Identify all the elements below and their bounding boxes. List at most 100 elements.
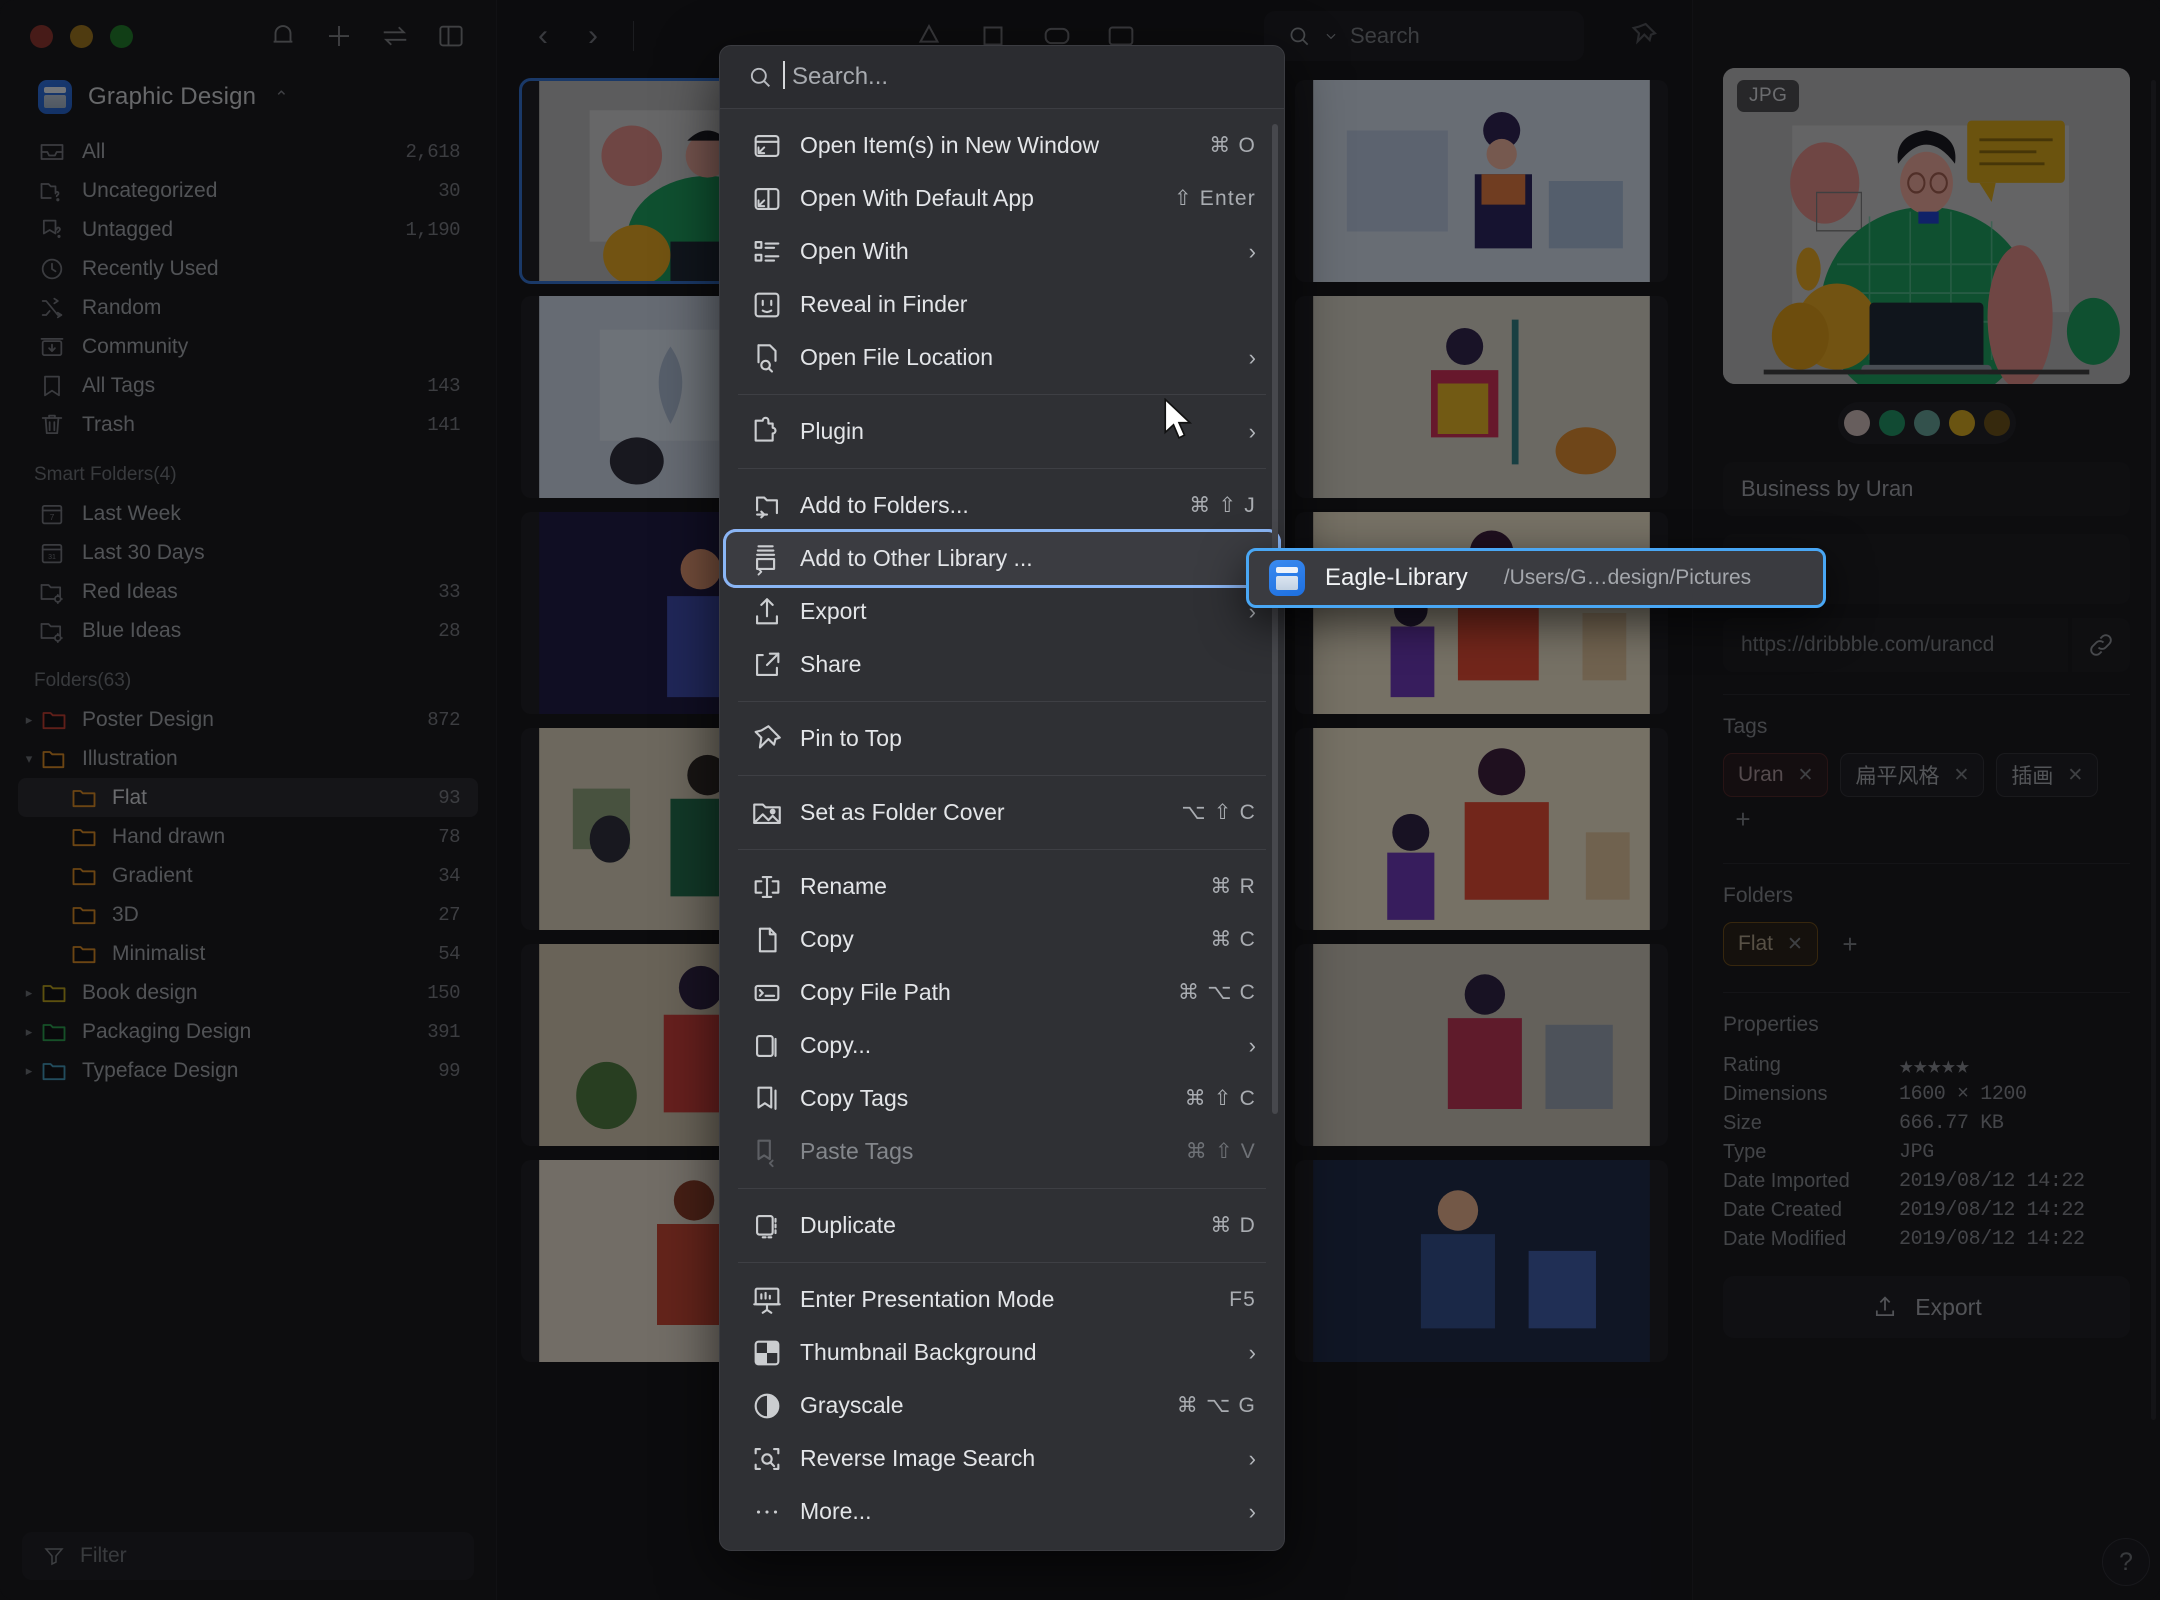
menu-item-add-to-folders[interactable]: Add to Folders... ⌘ ⇧ J [726,479,1278,532]
smart-folder-item-blue-ideas[interactable]: Blue Ideas 28 [18,611,478,650]
sync-icon[interactable] [380,21,410,51]
menu-item-enter-presentation-mode[interactable]: Enter Presentation Mode F5 [726,1273,1278,1326]
smart-folder-item-red-ideas[interactable]: Red Ideas 33 [18,572,478,611]
search-input[interactable]: Search [1264,11,1584,61]
export-icon [1876,1296,1895,1317]
plus-icon[interactable] [324,21,354,51]
filter-input[interactable]: Filter [22,1532,474,1580]
sidebar-item-uncategorized[interactable]: Uncategorized 30 [18,171,478,210]
folder-icon [40,745,68,773]
bell-icon[interactable] [268,21,298,51]
forward-button[interactable]: › [571,14,615,58]
thumbnail-item[interactable] [1295,512,1668,714]
color-swatch[interactable] [1948,410,1975,436]
menu-item-open-with[interactable]: Open With › [726,225,1278,278]
menu-item-grayscale[interactable]: Grayscale ⌘ ⌥ G [726,1379,1278,1432]
sidebar-item-recently-used[interactable]: Recently Used [18,249,478,288]
menu-item-more[interactable]: More... › [726,1485,1278,1538]
minimize-button[interactable] [70,24,93,48]
folder-item-typeface-design[interactable]: ▸ Typeface Design 99 [18,1051,478,1090]
menu-item-open-file-location[interactable]: Open File Location › [726,331,1278,384]
folder-disclosure-triangle[interactable]: ▸ [18,985,40,1001]
tag-chip[interactable]: 插画 ✕ [1996,753,2099,797]
thumbnail-item[interactable] [1295,944,1668,1146]
color-palette[interactable] [1837,402,2016,444]
menu-item-share[interactable]: Share [726,638,1278,691]
menu-item-reverse-image-search[interactable]: Reverse Image Search › [726,1432,1278,1485]
menu-item-set-as-folder-cover[interactable]: Set as Folder Cover ⌥ ⇧ C [726,786,1278,839]
add-folder-button[interactable]: + [1830,922,1870,966]
sidebar-item-community[interactable]: Community [18,327,478,366]
folder-item-hand-drawn[interactable]: Hand drawn 78 [18,817,478,856]
folder-item-illustration[interactable]: ▾ Illustration [18,739,478,778]
folder-item-packaging-design[interactable]: ▸ Packaging Design 391 [18,1012,478,1051]
inspector-scrollbar[interactable] [2151,80,2156,1420]
link-icon[interactable] [2072,618,2130,672]
help-button[interactable]: ? [2102,1538,2150,1586]
remove-folder-icon[interactable]: ✕ [1787,933,1803,956]
menu-item-open-item-s-in-new-window[interactable]: Open Item(s) in New Window ⌘ O [726,119,1278,172]
context-menu-search[interactable]: Search... [720,46,1284,109]
smart-folder-item-last-30-days[interactable]: 31 Last 30 Days [18,533,478,572]
folder-item-gradient[interactable]: Gradient 34 [18,856,478,895]
folder-chip[interactable]: Flat ✕ [1723,922,1818,966]
color-swatch[interactable] [1913,410,1940,436]
thumbnail-item[interactable] [1295,80,1668,282]
sidebar-item-random[interactable]: Random [18,288,478,327]
menu-item-thumbnail-background[interactable]: Thumbnail Background › [726,1326,1278,1379]
export-button[interactable]: Export [1723,1276,2130,1338]
sidebar-item-untagged[interactable]: Untagged 1,190 [18,210,478,249]
library-submenu[interactable]: Eagle-Library /Users/G…design/Pictures [1246,548,1826,608]
folder-item-minimalist[interactable]: Minimalist 54 [18,934,478,973]
add-tag-button[interactable]: + [1723,797,1763,841]
menu-item-copy-tags[interactable]: Copy Tags ⌘ ⇧ C [726,1072,1278,1125]
menu-item-duplicate[interactable]: Duplicate ⌘ D [726,1199,1278,1252]
remove-tag-icon[interactable]: ✕ [1798,764,1814,787]
menu-item-open-with-default-app[interactable]: Open With Default App ⇧ Enter [726,172,1278,225]
folder-item-book-design[interactable]: ▸ Book design 150 [18,973,478,1012]
folder-disclosure-triangle[interactable]: ▸ [18,1024,40,1040]
traffic-lights[interactable] [30,24,133,48]
menu-item-copy[interactable]: Copy ⌘ C [726,913,1278,966]
menu-item-rename[interactable]: Rename ⌘ R [726,860,1278,913]
library-switcher[interactable]: Graphic Design ⌃ [0,72,496,132]
context-menu-scrollbar[interactable] [1272,124,1278,1114]
folder-disclosure-triangle[interactable]: ▸ [18,712,40,728]
thumbnail-item[interactable] [1295,296,1668,498]
folder-disclosure-triangle[interactable]: ▸ [18,1063,40,1079]
menu-item-copy-file-path[interactable]: Copy File Path ⌘ ⌥ C [726,966,1278,1019]
thumbnail-item[interactable] [1295,728,1668,930]
thumbnail-item[interactable] [1295,1160,1668,1362]
url-field[interactable]: https://dribbble.com/urancd [1723,618,2068,672]
sidebar-toggle-icon[interactable] [436,21,466,51]
folder-item-3d[interactable]: 3D 27 [18,895,478,934]
sidebar-item-trash[interactable]: Trash 141 [18,405,478,444]
smart-folder-item-last-week[interactable]: 7 Last Week [18,494,478,533]
property-value[interactable]: ★★★★★ [1899,1051,1970,1081]
menu-item-reveal-in-finder[interactable]: Reveal in Finder [726,278,1278,331]
menu-item-add-to-other-library[interactable]: Add to Other Library ...› [726,532,1278,585]
menu-item-pin-to-top[interactable]: Pin to Top [726,712,1278,765]
color-swatch[interactable] [1843,410,1870,436]
image-preview[interactable]: JPG [1723,68,2130,384]
remove-tag-icon[interactable]: ✕ [1953,764,1969,787]
menu-item-copy[interactable]: Copy... › [726,1019,1278,1072]
folder-item-flat[interactable]: Flat 93 [18,778,478,817]
remove-tag-icon[interactable]: ✕ [2067,764,2083,787]
tag-chip[interactable]: Uran ✕ [1723,753,1829,797]
maximize-button[interactable] [110,24,133,48]
color-swatch[interactable] [1878,410,1905,436]
title-field[interactable]: Business by Uran [1723,462,2130,516]
folder-label: Poster Design [82,707,214,731]
back-button[interactable]: ‹ [521,14,565,58]
color-swatch[interactable] [1983,410,2010,436]
context-menu[interactable]: Search... Open Item(s) in New Window ⌘ OO… [719,45,1285,1551]
folder-disclosure-triangle[interactable]: ▾ [18,751,40,767]
folder-item-poster-design[interactable]: ▸ Poster Design 872 [18,700,478,739]
menu-item-export[interactable]: Export › [726,585,1278,638]
close-button[interactable] [30,24,53,48]
sidebar-item-all[interactable]: All 2,618 [18,132,478,171]
pin-icon[interactable] [1618,11,1668,61]
sidebar-item-all-tags[interactable]: All Tags 143 [18,366,478,405]
tag-chip[interactable]: 扁平风格 ✕ [1840,753,1985,797]
